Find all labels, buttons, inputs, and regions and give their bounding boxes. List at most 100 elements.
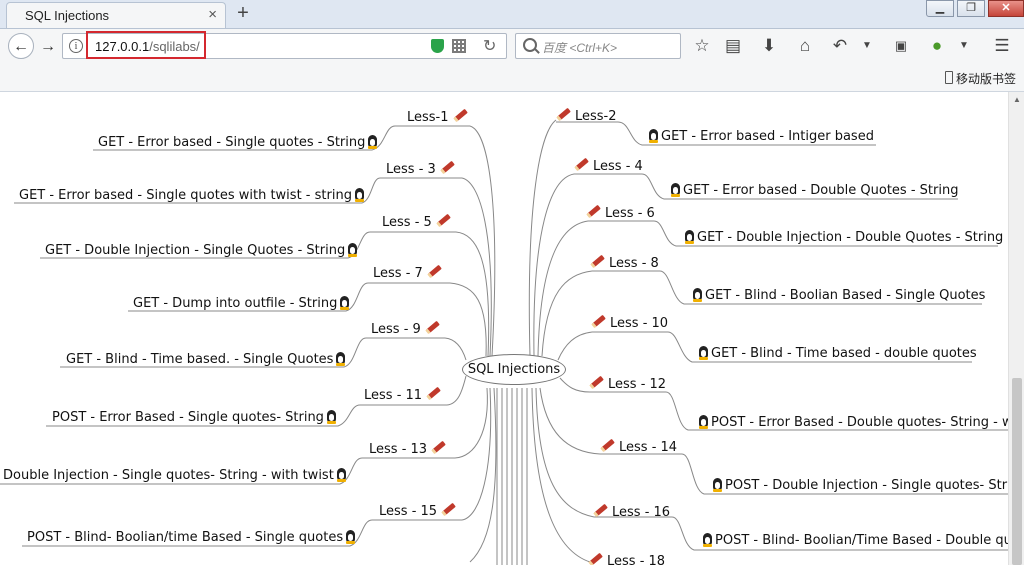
less-node[interactable]: Less - 3	[386, 160, 459, 177]
less-label: Less - 6	[605, 206, 655, 221]
info-icon[interactable]: i	[69, 39, 83, 53]
penguin-icon	[693, 288, 702, 302]
scroll-up-icon[interactable]: ▲	[1013, 95, 1021, 104]
penguin-icon	[671, 183, 680, 197]
less-label: Less - 13	[369, 442, 428, 457]
less-node[interactable]: Less-2	[552, 107, 617, 124]
topic-label: POST - Blind- Boolian/Time Based - Doubl…	[715, 533, 1008, 548]
globe-icon[interactable]: ●	[926, 34, 948, 58]
less-label: Less - 8	[609, 256, 659, 271]
chevron-down-icon[interactable]: ▼	[953, 34, 975, 58]
less-node[interactable]: Less - 14	[596, 438, 678, 455]
window-close-button[interactable]: ✕	[988, 0, 1024, 17]
search-bar[interactable]: 百度 <Ctrl+K>	[515, 33, 681, 59]
topic-node[interactable]: POST - Error Based - Double quotes- Stri…	[696, 415, 1008, 430]
pencil-icon	[593, 503, 608, 518]
less-node[interactable]: Less - 16	[589, 503, 670, 520]
shield-icon[interactable]	[431, 39, 444, 53]
less-node[interactable]: Less - 9	[371, 320, 444, 337]
less-node[interactable]: Less - 7	[373, 264, 446, 281]
menu-icon[interactable]: ☰	[991, 34, 1013, 58]
back-button[interactable]: ←	[8, 33, 34, 59]
bookmarks-bar: 移动版书签	[0, 64, 1024, 92]
less-label: Less - 15	[379, 504, 438, 519]
topic-node[interactable]: POST - Blind- Boolian/Time Based - Doubl…	[700, 533, 1008, 548]
center-node[interactable]: SQL Injections	[462, 354, 566, 385]
less-label: Less - 10	[610, 316, 669, 331]
chevron-down-icon[interactable]: ▼	[856, 34, 878, 58]
penguin-icon	[649, 129, 658, 143]
minimize-button[interactable]: ▁	[926, 0, 954, 17]
penguin-icon	[699, 415, 708, 429]
reader-icon[interactable]: ▣	[890, 34, 912, 58]
search-icon	[523, 38, 537, 52]
topic-label: GET - Double Injection - Single Quotes -…	[45, 243, 346, 258]
less-node[interactable]: Less - 8	[586, 254, 659, 271]
less-node[interactable]: Less-1	[407, 108, 472, 125]
undo-icon[interactable]: ↶	[829, 34, 851, 58]
topic-node[interactable]: GET - Blind - Time based - double quotes	[696, 346, 977, 361]
topic-node[interactable]: GET - Blind - Boolian Based - Single Quo…	[690, 288, 985, 303]
topic-node[interactable]: GET - Double Injection - Double Quotes -…	[682, 230, 1003, 245]
maximize-button[interactable]: ❐	[957, 0, 985, 17]
qr-code-icon[interactable]	[452, 39, 466, 53]
penguin-icon	[340, 296, 350, 310]
less-node[interactable]: Less - 15	[379, 502, 460, 519]
topic-node[interactable]: Double Injection - Single quotes- String…	[3, 468, 349, 483]
less-node[interactable]: Less - 5	[382, 213, 455, 230]
penguin-icon	[703, 533, 712, 547]
reload-icon[interactable]: ↻	[483, 36, 496, 56]
penguin-icon	[346, 530, 356, 544]
topic-label: GET - Blind - Boolian Based - Single Quo…	[705, 288, 986, 303]
less-node[interactable]: Less - 18	[584, 552, 665, 565]
close-icon[interactable]: ×	[208, 6, 217, 24]
topic-node[interactable]: POST - Error Based - Single quotes- Stri…	[52, 410, 339, 425]
forward-button[interactable]: →	[36, 35, 60, 59]
pencil-icon	[452, 108, 468, 123]
less-node[interactable]: Less - 13	[369, 440, 450, 457]
less-label: Less - 3	[386, 162, 436, 177]
pencil-icon	[426, 386, 441, 401]
less-node[interactable]: Less - 12	[585, 375, 666, 392]
mobile-bookmarks[interactable]: 移动版书签	[944, 70, 1016, 87]
page-content: Less-1 Less - 3 Less - 5 Less - 7 Less -…	[0, 92, 1008, 565]
tab-title: SQL Injections	[25, 8, 110, 23]
tab-sql-injections[interactable]: SQL Injections ×	[6, 2, 226, 28]
scroll-thumb[interactable]	[1012, 378, 1022, 565]
topic-node[interactable]: GET - Dump into outfile - String	[133, 296, 352, 311]
less-node[interactable]: Less - 10	[587, 314, 669, 331]
pencil-icon	[590, 254, 605, 269]
pencil-icon	[586, 204, 601, 219]
search-placeholder: 百度 <Ctrl+K>	[542, 41, 618, 55]
topic-label: POST - Error Based - Double quotes- Stri…	[711, 415, 1008, 430]
less-node[interactable]: Less - 4	[570, 157, 643, 174]
download-icon[interactable]: ⬇	[758, 34, 780, 58]
topic-node[interactable]: GET - Error based - Single quotes - Stri…	[98, 135, 380, 150]
topic-node[interactable]: GET - Blind - Time based. - Single Quote…	[66, 352, 348, 367]
less-node[interactable]: Less - 6	[582, 204, 655, 221]
less-label: Less-2	[575, 109, 617, 124]
star-icon[interactable]: ☆	[691, 34, 713, 58]
home-icon[interactable]: ⌂	[794, 34, 816, 58]
penguin-icon	[685, 230, 694, 244]
url-bar[interactable]: i 127.0.0.1/sqlilabs/ ↻	[62, 31, 507, 59]
less-label: Less - 4	[593, 159, 643, 174]
topic-label: GET - Blind - Time based. - Single Quote…	[66, 352, 334, 367]
penguin-icon	[713, 478, 722, 492]
nav-bar: ← → i 127.0.0.1/sqlilabs/ ↻ 百度 <Ctrl+K> …	[0, 29, 1024, 64]
url-highlight-box	[86, 31, 206, 59]
penguin-icon	[368, 135, 378, 149]
less-label: Less - 14	[619, 440, 678, 455]
vertical-scrollbar[interactable]: ▲	[1008, 92, 1024, 565]
topic-node[interactable]: GET - Double Injection - Single Quotes -…	[45, 243, 360, 258]
new-tab-button[interactable]: +	[233, 2, 253, 24]
less-label: Less-1	[407, 110, 449, 125]
topic-node[interactable]: POST - Double Injection - Single quotes-…	[710, 478, 1008, 493]
topic-node[interactable]: GET - Error based - Double Quotes - Stri…	[668, 183, 958, 198]
reading-list-icon[interactable]: ▤	[722, 34, 744, 58]
less-node[interactable]: Less - 11	[364, 386, 445, 403]
topic-node[interactable]: GET - Error based - Intiger based	[646, 129, 874, 144]
topic-label: GET - Error based - Single quotes with t…	[19, 188, 352, 203]
topic-node[interactable]: GET - Error based - Single quotes with t…	[19, 188, 367, 203]
topic-node[interactable]: POST - Blind- Boolian/time Based - Singl…	[27, 530, 358, 545]
